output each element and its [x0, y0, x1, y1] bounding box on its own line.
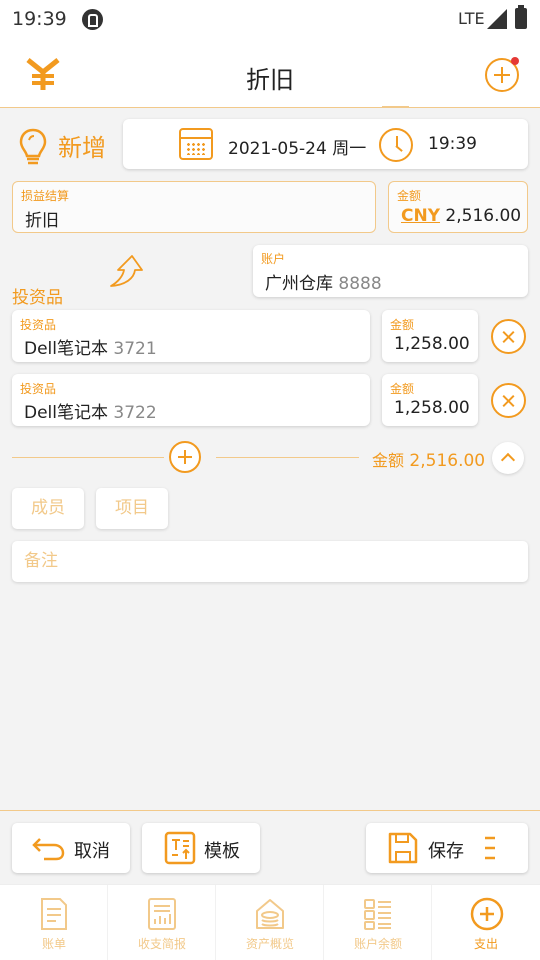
- signal-icon: [487, 9, 507, 29]
- lightbulb-icon: [19, 128, 47, 165]
- category-label: 损益结算: [21, 189, 70, 203]
- status-bar: 19:39 LTE: [0, 0, 540, 40]
- calendar-icon[interactable]: [179, 128, 213, 160]
- tab-bills-label: 账单: [41, 937, 66, 951]
- save-icon: [388, 832, 418, 864]
- network-type: LTE: [458, 9, 485, 28]
- tab-income-expense-report[interactable]: 收支简报: [108, 885, 216, 960]
- date-value[interactable]: 2021-05-24 周一: [228, 134, 366, 159]
- investment-label: 投资品: [20, 382, 57, 396]
- alert-dot: [511, 57, 519, 65]
- amount-value[interactable]: 2,516.00: [445, 206, 521, 226]
- template-button[interactable]: 模板: [142, 823, 260, 873]
- save-button[interactable]: 保存: [366, 823, 528, 873]
- status-time: 19:39: [12, 8, 67, 30]
- header-indicator: [382, 106, 409, 108]
- investment-label: 投资品: [20, 318, 57, 332]
- tab-asset-label: 资产概览: [245, 937, 294, 951]
- date-time-picker[interactable]: 2021-05-24 周一 19:39: [123, 119, 528, 169]
- time-value[interactable]: 19:39: [428, 134, 477, 154]
- member-chip[interactable]: 成员: [12, 488, 84, 529]
- amount-field[interactable]: 金额 CNY 2,516.00: [388, 181, 528, 233]
- report-icon: [148, 898, 176, 930]
- currency-selector[interactable]: CNY: [401, 206, 440, 226]
- investment-amount[interactable]: 1,258.00: [394, 334, 470, 354]
- account-field[interactable]: 账户 广州仓库 8888: [253, 245, 528, 297]
- add-investment-icon[interactable]: [169, 441, 201, 473]
- transfer-arrow-icon: [110, 255, 143, 287]
- asset-icon: [256, 899, 284, 929]
- tab-report-label: 收支简报: [137, 937, 186, 951]
- app-bar: 折旧: [0, 40, 540, 108]
- notes-field[interactable]: 备注: [12, 541, 528, 582]
- mode-label: 新增: [58, 134, 106, 162]
- investment-amount-label: 金额: [390, 382, 415, 396]
- investment-code: 3721: [113, 339, 157, 359]
- account-label: 账户: [261, 252, 286, 266]
- project-chip[interactable]: 项目: [96, 488, 168, 529]
- tab-asset-overview[interactable]: 资产概览: [216, 885, 324, 960]
- tab-expense-label: 支出: [473, 937, 498, 951]
- battery-icon: [515, 5, 527, 29]
- save-label: 保存: [428, 841, 464, 862]
- investment-amount-field[interactable]: 金额 1,258.00: [382, 310, 478, 362]
- investment-code: 3722: [113, 403, 157, 423]
- bill-icon: [41, 898, 67, 930]
- remove-item-icon[interactable]: [491, 383, 526, 418]
- investment-name[interactable]: Dell笔记本: [24, 339, 108, 359]
- total-value: 2,516.00: [409, 451, 486, 471]
- balance-list-icon: [364, 899, 391, 930]
- template-icon: [164, 831, 196, 865]
- page-title: 折旧: [246, 66, 294, 94]
- collapse-chevron-icon[interactable]: [492, 442, 524, 474]
- clock-icon[interactable]: [379, 128, 413, 162]
- investment-item[interactable]: 投资品 Dell笔记本 3721: [12, 310, 370, 362]
- notification-icon: [82, 9, 103, 30]
- tab-account-balance[interactable]: 账户余额: [324, 885, 432, 960]
- cancel-button[interactable]: 取消: [12, 823, 130, 873]
- divider: [216, 457, 359, 458]
- category-value[interactable]: 折旧: [25, 206, 59, 231]
- remove-item-icon[interactable]: [491, 319, 526, 354]
- investment-amount-field[interactable]: 金额 1,258.00: [382, 374, 478, 426]
- total-label: 金额: [372, 451, 405, 470]
- plus-circle-icon: [470, 897, 504, 931]
- investment-amount[interactable]: 1,258.00: [394, 398, 470, 418]
- amount-label: 金额: [397, 189, 422, 203]
- tab-bills[interactable]: 账单: [0, 885, 108, 960]
- undo-icon: [32, 838, 65, 861]
- total-amount: 金额 2,516.00: [372, 447, 485, 471]
- divider: [12, 457, 164, 458]
- investments-title: 投资品: [12, 288, 63, 308]
- investment-name[interactable]: Dell笔记本: [24, 403, 108, 423]
- category-field[interactable]: 损益结算 折旧: [12, 181, 376, 233]
- more-options-icon[interactable]: [482, 835, 498, 861]
- account-code: 8888: [338, 274, 382, 294]
- account-name[interactable]: 广州仓库: [265, 274, 333, 294]
- investment-amount-label: 金额: [390, 318, 415, 332]
- tab-expense[interactable]: 支出: [432, 885, 540, 960]
- investment-item[interactable]: 投资品 Dell笔记本 3722: [12, 374, 370, 426]
- template-label: 模板: [204, 841, 240, 862]
- bottom-tab-bar: 账单 收支简报 资产概览 账户余额 支出: [0, 884, 540, 960]
- cancel-label: 取消: [74, 841, 110, 862]
- tab-balance-label: 账户余额: [353, 937, 402, 951]
